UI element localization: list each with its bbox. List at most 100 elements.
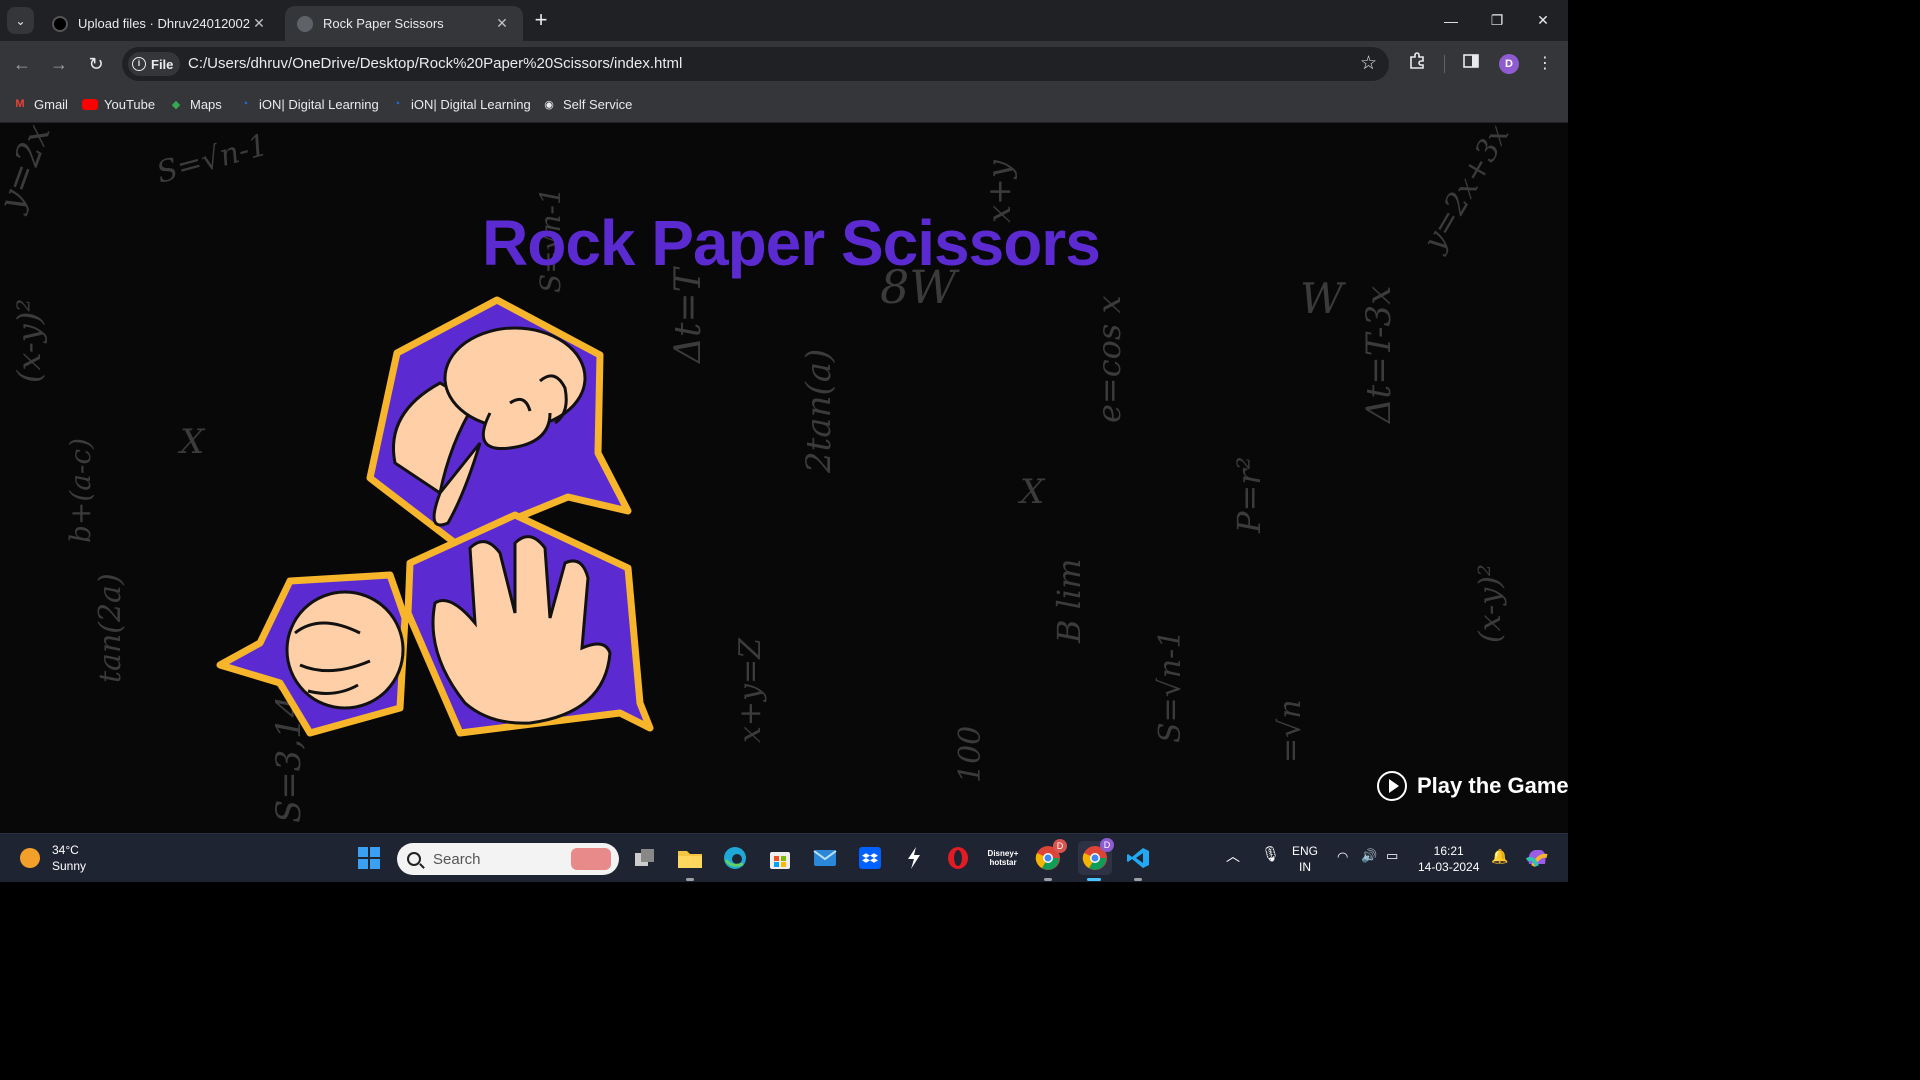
bookmark-label: iON| Digital Learning <box>259 96 379 112</box>
dropbox-icon[interactable] <box>855 843 885 873</box>
language-indicator[interactable]: ENG IN <box>1292 843 1318 875</box>
reload-button[interactable]: ↻ <box>83 51 109 77</box>
maps-icon: ◆ <box>171 98 181 111</box>
svg-text:B lim: B lim <box>1050 559 1088 645</box>
close-tab-icon[interactable]: ✕ <box>493 15 511 32</box>
ion-icon: ◔ <box>241 98 249 110</box>
svg-text:X: X <box>177 422 206 462</box>
chrome-icon[interactable]: D <box>1033 839 1067 873</box>
url-text[interactable]: C:/Users/dhruv/OneDrive/Desktop/Rock%20P… <box>188 55 682 72</box>
search-placeholder: Search <box>433 850 481 868</box>
svg-text:2tan(a): 2tan(a) <box>799 349 839 474</box>
task-view-icon[interactable] <box>630 843 660 873</box>
youtube-icon <box>82 96 98 112</box>
show-hidden-icons-chevron-icon[interactable]: ︿ <box>1226 848 1240 864</box>
svg-text:(x-y)²: (x-y)² <box>10 299 48 383</box>
battery-icon[interactable]: ▭ <box>1386 848 1398 864</box>
globe-icon <box>297 15 313 32</box>
weather-widget[interactable]: 34°C Sunny <box>20 842 86 874</box>
chrome-active-icon[interactable]: D <box>1078 838 1114 875</box>
weather-temp: 34°C <box>52 843 79 857</box>
scissors-hand-icon <box>366 296 632 547</box>
svg-text:Δt=T-3x: Δt=T-3x <box>1359 286 1399 425</box>
bookmark-label: Self Service <box>563 96 633 112</box>
running-indicator <box>1134 878 1142 881</box>
svg-text:y=2x+3x: y=2x+3x <box>0 123 82 218</box>
bookmark-star-icon[interactable]: ☆ <box>1360 52 1377 75</box>
chrome-profile-badge: D <box>1053 839 1067 853</box>
vscode-icon[interactable] <box>1123 843 1153 873</box>
bookmark-maps[interactable]: ◆ Maps <box>168 95 222 113</box>
toolbar-divider <box>1444 55 1445 73</box>
back-button[interactable]: ← <box>9 51 35 77</box>
restore-button[interactable]: ❐ <box>1474 0 1520 41</box>
lightning-app-icon[interactable] <box>899 843 929 873</box>
tab-title: Rock Paper Scissors <box>323 16 444 31</box>
bookmark-label: YouTube <box>104 96 156 112</box>
svg-text:S=√n-1: S=√n-1 <box>1153 630 1188 743</box>
site-info-chip[interactable]: i File <box>128 52 181 76</box>
edge-icon[interactable] <box>720 843 750 873</box>
bookmark-ion-2[interactable]: ◔ iON| Digital Learning <box>389 95 531 113</box>
svg-text:tan(2a): tan(2a) <box>93 573 128 683</box>
globe-icon: ◉ <box>544 98 554 111</box>
tab-search-button[interactable]: ⌄ <box>7 7 34 34</box>
hotstar-icon[interactable]: Disney+ hotstar <box>988 843 1019 873</box>
scheme-label: File <box>151 56 174 72</box>
mail-icon[interactable] <box>810 843 840 873</box>
extensions-icon[interactable] <box>1405 52 1429 76</box>
language-line2: IN <box>1299 860 1311 874</box>
play-label: Play the Game <box>1417 773 1568 798</box>
bookmark-self-service[interactable]: ◉ Self Service <box>541 95 632 113</box>
language-line1: ENG <box>1292 844 1319 858</box>
gmail-icon: M <box>15 98 25 110</box>
tab-rock-paper-scissors[interactable]: Rock Paper Scissors ✕ <box>285 6 523 41</box>
svg-text:P=r²: P=r² <box>1230 457 1268 534</box>
new-tab-button[interactable]: + <box>529 9 553 33</box>
rock-paper-scissors-illustration <box>216 296 654 737</box>
copilot-icon[interactable] <box>1522 843 1552 873</box>
svg-text:e=cos x: e=cos x <box>1090 295 1128 423</box>
bookmark-gmail[interactable]: M Gmail <box>12 95 68 113</box>
bookmark-label: Maps <box>190 96 222 112</box>
store-icon[interactable] <box>765 843 795 873</box>
play-icon <box>1377 771 1407 801</box>
microphone-icon[interactable]: 🎙 <box>1261 847 1280 863</box>
tab-upload-files[interactable]: Upload files · Dhruv24012002/R ✕ <box>40 6 280 41</box>
info-icon: i <box>132 57 146 71</box>
taskbar-search[interactable]: Search <box>397 843 619 875</box>
start-button[interactable] <box>354 843 384 873</box>
svg-text:100: 100 <box>953 726 988 783</box>
address-bar[interactable]: i File C:/Users/dhruv/OneDrive/Desktop/R… <box>122 47 1389 81</box>
page-title: Rock Paper Scissors <box>482 207 1101 279</box>
forward-button[interactable]: → <box>46 51 72 77</box>
play-game-link[interactable]: Play the Game <box>1377 771 1568 801</box>
svg-text:S=√n-1: S=√n-1 <box>153 128 272 191</box>
bookmark-label: iON| Digital Learning <box>411 96 531 112</box>
opera-icon[interactable] <box>943 843 973 873</box>
clock-time: 16:21 <box>1433 844 1464 858</box>
windows-taskbar: 34°C Sunny Search Disney+ hotstar D D ︿ … <box>0 833 1568 882</box>
close-tab-icon[interactable]: ✕ <box>250 15 268 32</box>
file-explorer-icon[interactable] <box>675 843 705 873</box>
rock-hand-icon <box>216 571 409 737</box>
sun-icon <box>20 848 40 868</box>
notification-bell-icon[interactable]: 🔔 <box>1491 848 1508 864</box>
search-highlight-icon <box>571 848 611 870</box>
side-panel-icon[interactable] <box>1459 52 1483 76</box>
bookmark-label: Gmail <box>34 96 68 112</box>
bookmark-youtube[interactable]: YouTube <box>82 95 155 113</box>
clock-date: 14-03-2024 <box>1418 860 1480 874</box>
bookmarks-bar: M Gmail YouTube ◆ Maps ◔ iON| Digital Le… <box>0 87 1568 123</box>
browser-menu-icon[interactable]: ⋮ <box>1533 52 1557 76</box>
close-window-button[interactable]: ✕ <box>1520 0 1566 41</box>
svg-text:=√n: =√n <box>1273 699 1308 763</box>
minimize-button[interactable]: — <box>1428 0 1474 41</box>
weather-condition: Sunny <box>52 859 87 873</box>
svg-text:b+(a-c): b+(a-c) <box>64 438 97 543</box>
bookmark-ion-1[interactable]: ◔ iON| Digital Learning <box>237 95 379 113</box>
profile-avatar[interactable]: D <box>1499 54 1519 74</box>
clock[interactable]: 16:21 14-03-2024 <box>1418 843 1479 875</box>
wifi-icon[interactable]: ◠ <box>1337 849 1348 865</box>
volume-icon[interactable]: 🔊 <box>1361 848 1377 864</box>
